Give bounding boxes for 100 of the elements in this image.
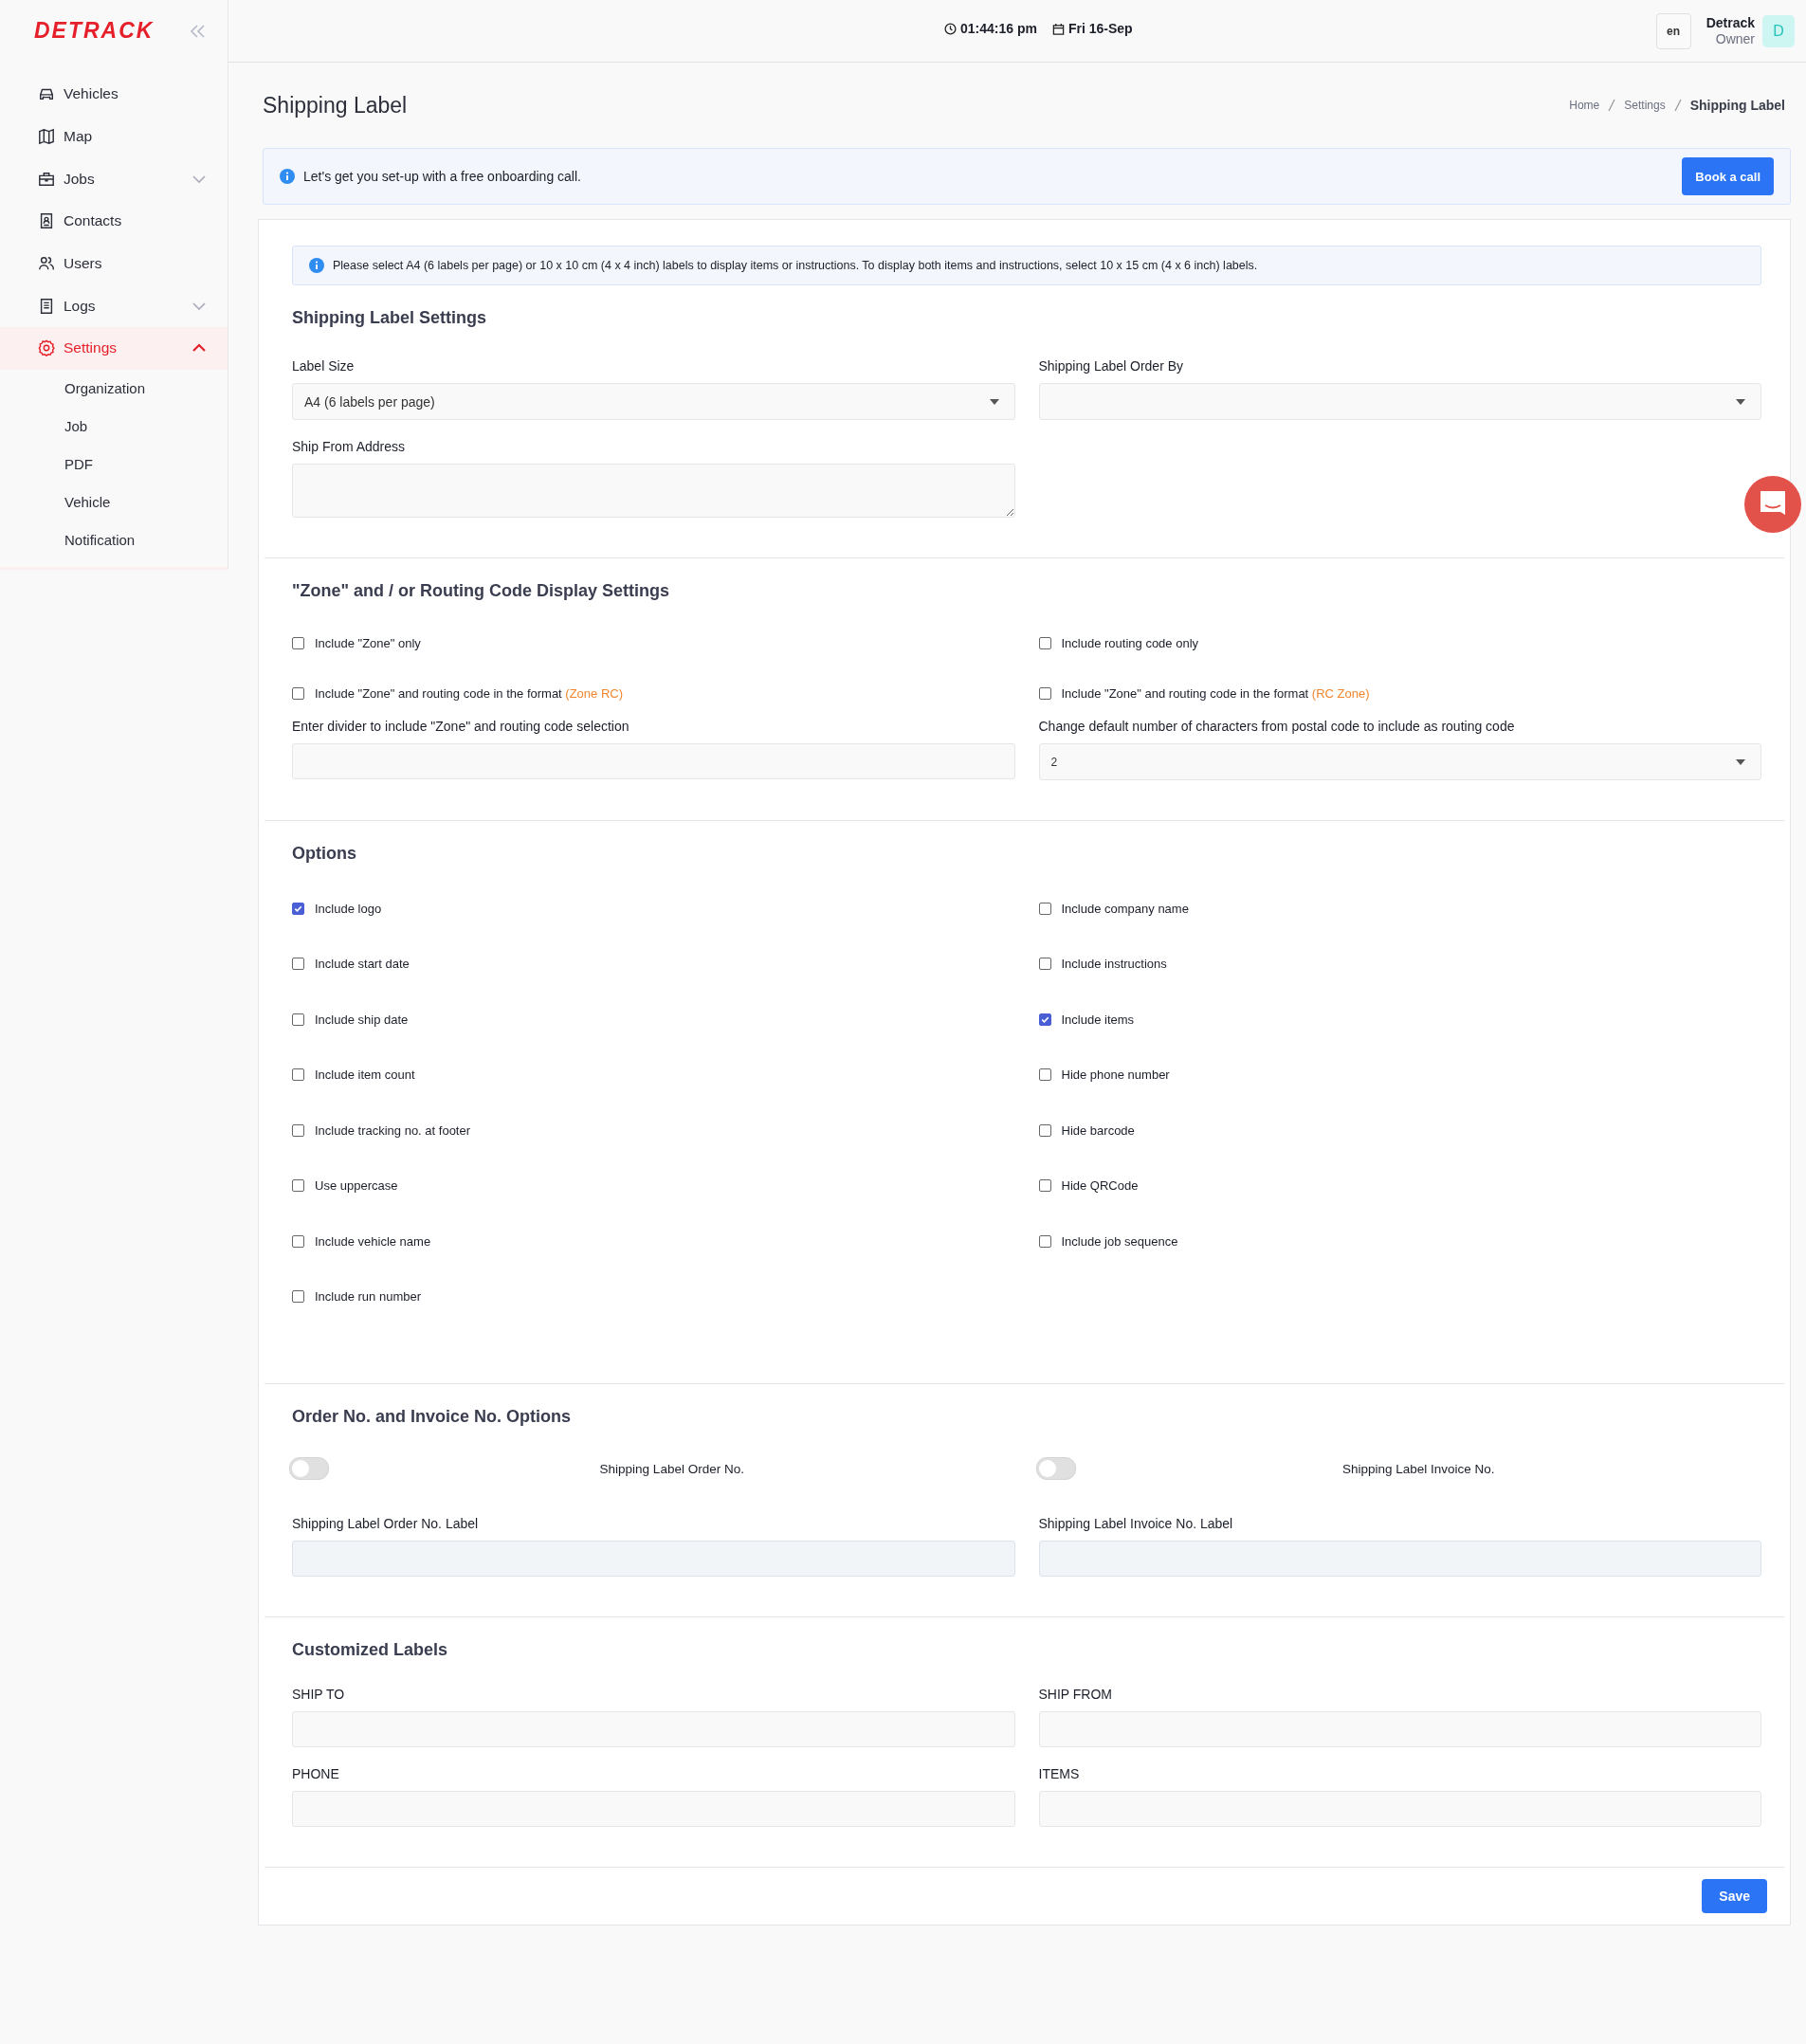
toggle-switch[interactable] [289,1457,329,1480]
document-list-icon [38,297,55,315]
checkbox-label: Hide phone number [1061,1068,1170,1083]
checkbox[interactable] [1038,637,1051,649]
breadcrumb-separator-icon [1608,99,1616,112]
checkbox-label: Include company name [1061,901,1189,916]
field-label: PHONE [292,1766,340,1781]
submenu-item[interactable]: PDF [0,445,228,484]
checkbox-label: Include logo [315,901,382,916]
text-input-field[interactable] [1038,1711,1761,1747]
checkbox[interactable] [1038,687,1051,700]
checkbox[interactable] [292,687,304,700]
clock-icon [944,22,957,35]
checkbox-label: Include "Zone" and routing code in the format (RC Zone) [1061,686,1370,701]
checkbox-label: Include run number [315,1289,421,1305]
section-heading: Customized Labels [292,1639,449,1661]
checkbox-label: Include vehicle name [315,1233,431,1249]
sidebar-item[interactable]: Vehicles [0,73,228,116]
section-heading: Order No. and Invoice No. Options [292,1406,573,1428]
checkbox[interactable] [292,958,304,971]
submenu-item[interactable]: Organization [0,369,228,408]
sidebar-item[interactable]: Settings [0,327,228,370]
banner-text: Let's get you set-up with a free onboarding call. [303,169,582,184]
chat-bubble-icon[interactable] [1744,476,1801,533]
checkbox-label: Include "Zone" only [315,636,421,650]
sidebar-item[interactable]: Contacts [0,200,228,243]
submenu-item[interactable]: Notification [0,520,228,559]
field-label: ITEMS [1038,1766,1081,1781]
field-label: Ship From Address [292,439,407,454]
text-input-field[interactable] [292,1711,1015,1747]
caret-icon [989,398,999,405]
save-button[interactable]: Save [1702,1879,1767,1913]
field-label: Shipping Label Order No. Label [292,1516,480,1531]
text-input-field[interactable] [1038,1791,1761,1827]
checkbox[interactable] [292,902,304,915]
notice-text: Please select A4 (6 labels per page) or 10 x 10 cm (4 x 4 inch) labels to display items or instructions. To display both items and instructions, select 10 x 15 cm (4 x 6 inch) labels. [333,259,1258,272]
checkbox-label: Include items [1061,1012,1135,1027]
breadcrumb-separator-icon [1673,99,1682,112]
checkbox[interactable] [1038,1179,1051,1193]
field-label: Shipping Label Order By [1038,358,1185,374]
time-text: 01:44:16 pm [960,21,1037,36]
settings-icon [38,339,55,357]
sidebar-item[interactable]: Map [0,115,228,158]
checkbox-label: Include item count [315,1068,415,1083]
sidebar-item[interactable]: Users [0,242,228,285]
book-call-button[interactable]: Book a call [1682,157,1774,195]
date-text: Fri 16-Sep [1067,21,1133,36]
section-heading: Options [292,843,357,865]
ship-from-address-field[interactable] [292,464,1015,518]
checkbox-label: Use uppercase [315,1178,398,1194]
caret-icon [1736,758,1745,765]
checkbox-label: Include tracking no. at footer [315,1122,471,1138]
field-label: SHIP FROM [1038,1687,1114,1702]
checkbox-label: Include ship date [315,1012,409,1027]
field-label: SHIP TO [292,1687,346,1702]
user-role: Owner [1715,30,1755,47]
toggle-label: Shipping Label Invoice No. [1341,1461,1496,1476]
checkbox[interactable] [292,1123,304,1137]
language-button[interactable]: en [1655,12,1691,49]
checkbox-label: Include routing code only [1061,636,1199,650]
checkbox[interactable] [292,1013,304,1026]
checkbox[interactable] [292,1290,304,1304]
checkbox[interactable] [292,1179,304,1193]
submenu-item[interactable]: Job [0,407,228,446]
logo: DETRACK [34,18,155,44]
section-heading: Shipping Label Settings [292,307,487,329]
text-input-field[interactable] [292,1541,1015,1577]
field-label: Change default number of characters from postal code to include as routing code [1038,719,1516,734]
characters-select[interactable]: 2 [1038,743,1761,780]
checkbox[interactable] [1038,1013,1051,1026]
checkbox[interactable] [1038,902,1051,915]
breadcrumb-link[interactable]: Home [1569,99,1600,112]
checkbox[interactable] [292,1234,304,1248]
breadcrumb-link[interactable]: Settings [1624,99,1666,112]
sidebar-item[interactable]: Logs [0,284,228,328]
checkbox-label: Hide QRCode [1061,1178,1139,1194]
divider-input-field[interactable] [292,743,1015,779]
checkbox-label: Include "Zone" and routing code in the format (Zone RC) [315,686,624,701]
checkbox-label: Hide barcode [1061,1122,1135,1138]
user-name: Detrack [1706,14,1755,31]
checkbox[interactable] [1038,1068,1051,1082]
checkbox[interactable] [292,1068,304,1082]
text-input-field[interactable] [292,1791,1015,1827]
submenu-item[interactable]: Vehicle [0,483,228,521]
checkbox-label: Include job sequence [1061,1233,1178,1249]
field-label: Enter divider to include "Zone" and routing code selection [292,719,630,734]
briefcase-icon [38,170,55,188]
field-label: Label Size [292,358,356,374]
checkbox[interactable] [292,637,304,649]
map-icon [38,128,55,146]
sidebar-item[interactable]: Jobs [0,157,228,201]
field-label: Shipping Label Invoice No. Label [1038,1516,1234,1531]
toggle-switch[interactable] [1035,1457,1076,1480]
info-icon [309,258,324,273]
text-input-field[interactable] [1038,1541,1761,1577]
label-size-select[interactable]: A4 (6 labels per page) [292,383,1015,420]
contact-card-icon [38,212,55,230]
checkbox[interactable] [1038,1234,1051,1248]
checkbox[interactable] [1038,958,1051,971]
checkbox[interactable] [1038,1123,1051,1137]
